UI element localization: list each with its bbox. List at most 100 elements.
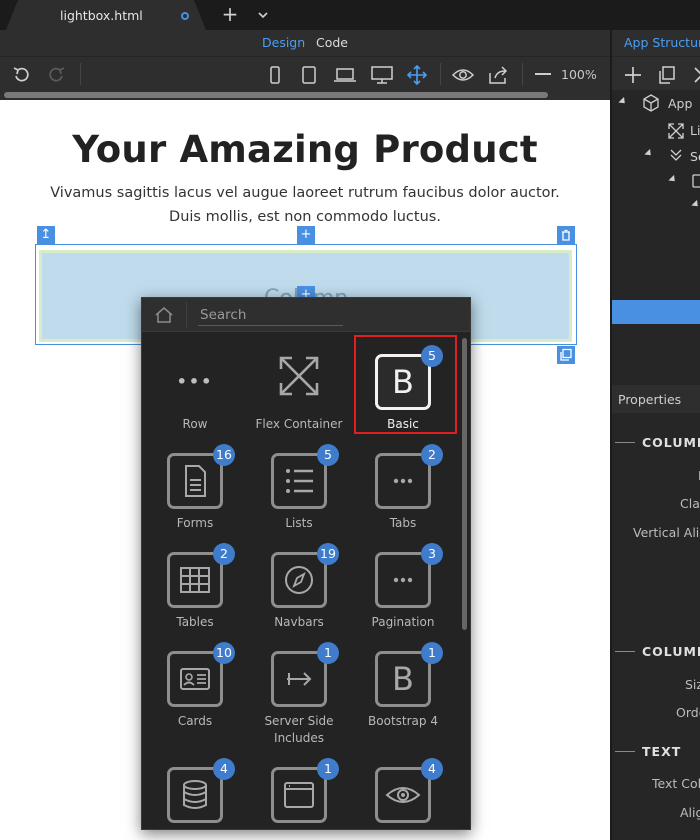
new-tab-button[interactable]: + (218, 3, 242, 27)
copy-icon[interactable] (657, 65, 677, 85)
component-label: Flex Container (255, 417, 343, 431)
count-badge: 4 (213, 758, 235, 780)
component-label: Lists (285, 516, 313, 530)
component-label: Forms (176, 516, 214, 530)
component-navbars[interactable]: 19 Navbars (247, 540, 351, 632)
section-text-title[interactable]: TEXT (642, 744, 681, 759)
toolbar-divider (440, 63, 441, 85)
expand-arrows-icon (279, 356, 319, 396)
component-search-input[interactable] (198, 305, 343, 326)
cube-icon (643, 94, 659, 112)
tree-item-lightbox[interactable]: Li (690, 123, 700, 138)
undo-icon[interactable] (12, 65, 32, 85)
count-badge: 3 (421, 543, 443, 565)
redo-icon[interactable] (46, 65, 66, 85)
duplicate-icon[interactable] (557, 346, 575, 364)
component-flex-container[interactable]: Flex Container (247, 342, 351, 434)
expand-arrow-icon[interactable] (691, 199, 700, 210)
expand-arrow-icon[interactable] (668, 174, 678, 185)
dots-icon: ••• (176, 372, 214, 391)
view-switcher: Design Code (0, 30, 610, 56)
svg-text:B: B (392, 660, 414, 698)
count-badge: 2 (213, 543, 235, 565)
component-basic[interactable]: B 5 Basic (351, 342, 455, 434)
count-badge: 5 (317, 444, 339, 466)
prop-label-order: Order (676, 705, 700, 720)
panel-toolbar (612, 56, 700, 90)
svg-text:B: B (392, 363, 414, 401)
component-cards[interactable]: 10 Cards (143, 639, 247, 731)
select-parent-icon[interactable]: ↥ (37, 226, 55, 244)
expand-arrow-icon[interactable] (644, 148, 654, 159)
add-icon[interactable] (623, 65, 643, 85)
component-picker: ••• Row Flex Container B 5 Basic 16 Form… (141, 297, 471, 830)
section-rule (615, 442, 635, 443)
lead-text-line-2[interactable]: Duis mollis, est non commodo luctus. (0, 209, 610, 225)
code-view-tab[interactable]: Code (316, 35, 348, 50)
section-column-2-title[interactable]: COLUMN (642, 644, 700, 659)
component-tabs[interactable]: 2 Tabs (351, 441, 455, 533)
count-badge: 4 (421, 758, 443, 780)
prop-label-vertical-align: Vertical Align (633, 525, 700, 540)
toolbar-divider (522, 63, 523, 85)
panel-title[interactable]: App Structure (624, 35, 700, 50)
delete-icon[interactable] (557, 226, 575, 244)
expand-arrow-icon[interactable] (618, 96, 628, 107)
horizontal-scrollbar[interactable] (0, 90, 610, 100)
zoom-level[interactable]: 100% (561, 67, 597, 82)
component-database[interactable]: 4 (143, 755, 247, 829)
component-tables[interactable]: 2 Tables (143, 540, 247, 632)
move-arrows-icon[interactable] (407, 65, 427, 85)
tablet-device-icon[interactable] (299, 65, 319, 85)
page-headline[interactable]: Your Amazing Product (0, 128, 610, 171)
scrollbar-thumb[interactable] (4, 92, 548, 98)
picker-scrollbar[interactable] (462, 338, 467, 630)
close-icon[interactable] (692, 65, 700, 85)
lead-text-line-1[interactable]: Vivamus sagittis lacus vel augue laoreet… (0, 185, 610, 201)
zoom-out-button[interactable] (535, 73, 551, 75)
laptop-device-icon[interactable] (333, 65, 357, 85)
component-server-side-includes[interactable]: 1 Server Side Includes (247, 639, 351, 745)
count-badge: 1 (317, 642, 339, 664)
prop-label-text-color: Text Color (652, 776, 700, 791)
picker-header (142, 298, 470, 332)
section-rule (615, 751, 635, 752)
desktop-device-icon[interactable] (370, 65, 394, 85)
container-icon (692, 174, 700, 188)
count-badge: 5 (421, 345, 443, 367)
share-icon[interactable] (487, 65, 511, 85)
properties-header: Properties (612, 385, 700, 413)
panel-header: App Structure (612, 30, 700, 56)
tree-item-section[interactable]: Se (690, 149, 700, 164)
properties-title[interactable]: Properties (618, 392, 681, 407)
component-forms[interactable]: 16 Forms (143, 441, 247, 533)
component-window[interactable]: 1 (247, 755, 351, 829)
component-label: Row (182, 417, 208, 431)
count-badge: 2 (421, 444, 443, 466)
component-lists[interactable]: 5 Lists (247, 441, 351, 533)
chevron-down-icon[interactable] (254, 6, 272, 24)
tree-selected-row[interactable] (612, 300, 700, 324)
lightbox-icon (668, 123, 684, 139)
tab-title[interactable]: lightbox.html (60, 8, 143, 23)
component-eye[interactable]: 4 (351, 755, 455, 829)
toolbar-divider (80, 63, 81, 85)
component-row[interactable]: ••• Row (143, 342, 247, 434)
prop-label-align: Align (680, 805, 700, 820)
section-column-title[interactable]: COLUMN (642, 435, 700, 450)
component-label: Tables (176, 615, 214, 629)
tree-item-app[interactable]: App (668, 96, 692, 111)
design-toolbar: 100% (0, 56, 610, 90)
add-element-icon[interactable]: + (297, 226, 315, 244)
prop-label-size: Size (685, 677, 700, 692)
section-chevrons-icon (670, 149, 682, 161)
home-icon[interactable] (152, 305, 176, 325)
design-view-tab[interactable]: Design (262, 35, 305, 50)
preview-eye-icon[interactable] (451, 65, 475, 85)
component-label: Cards (177, 714, 213, 728)
mobile-device-icon[interactable] (265, 65, 285, 85)
component-pagination[interactable]: 3 Pagination (351, 540, 455, 632)
component-bootstrap-4[interactable]: B 1 Bootstrap 4 (351, 639, 455, 731)
component-label: Pagination (371, 615, 435, 629)
prop-label-class: Class (680, 496, 700, 511)
